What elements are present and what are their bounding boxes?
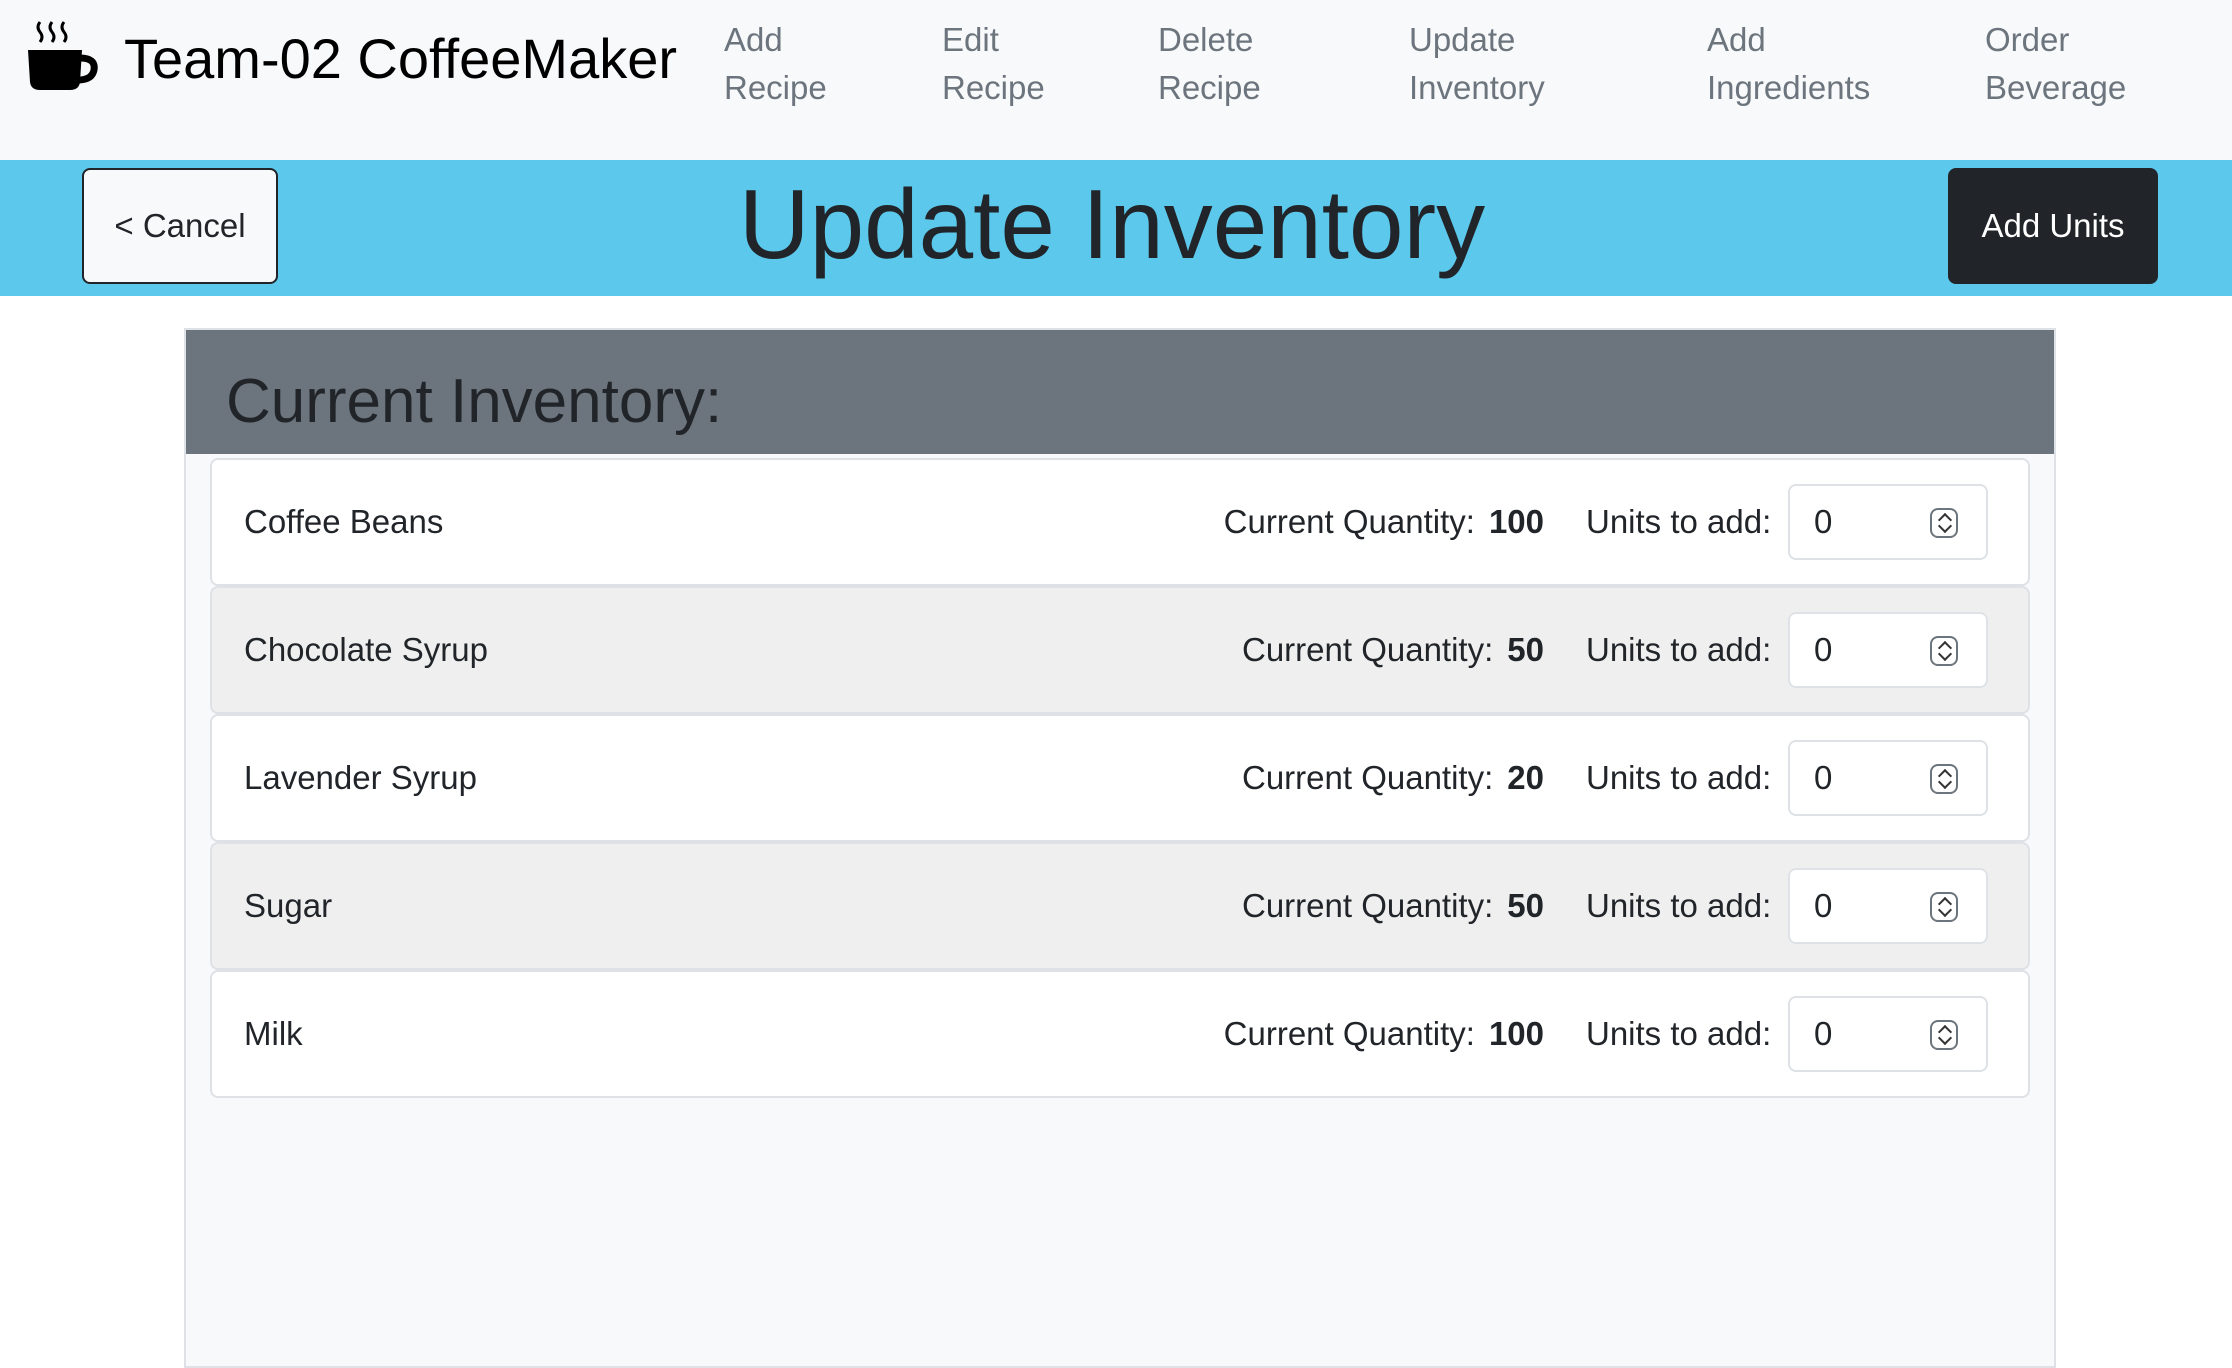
current-quantity: Current Quantity: 50 (1242, 588, 1544, 712)
spinner-icon[interactable] (1930, 764, 1958, 794)
coffee-cup-icon (28, 21, 98, 90)
quantity-value: 50 (1507, 887, 1544, 924)
ingredient-name: Lavender Syrup (244, 759, 477, 796)
quantity-value: 100 (1488, 1015, 1544, 1052)
card-title: Current Inventory: (226, 367, 723, 436)
nav-label: Beverage (1985, 69, 2127, 106)
spinner-icon[interactable] (1930, 892, 1958, 922)
quantity-value: 100 (1488, 503, 1544, 540)
nav-label: Recipe (942, 69, 1045, 106)
nav-order-beverage[interactable]: Order Beverage (1985, 16, 2126, 112)
nav-label: Recipe (1158, 69, 1261, 106)
units-label: Units to add: (1586, 759, 1772, 796)
units-value: 0 (1814, 631, 1833, 668)
current-quantity: Current Quantity: 100 (1224, 460, 1544, 584)
nav-label: Add (1707, 21, 1766, 58)
nav-label: Ingredients (1707, 69, 1871, 106)
nav-add-recipe[interactable]: Add Recipe (724, 16, 827, 112)
units-value: 0 (1814, 759, 1833, 796)
nav-label: Edit (942, 21, 999, 58)
units-label: Units to add: (1586, 887, 1772, 924)
units-to-add-input[interactable]: 0 (1788, 868, 1988, 944)
current-quantity: Current Quantity: 100 (1224, 972, 1544, 1096)
navbar: Team-02 CoffeeMaker Add Recipe Edit Reci… (0, 0, 2232, 160)
nav-label: Update (1409, 21, 1516, 58)
units-to-add-input[interactable]: 0 (1788, 612, 1988, 688)
units-label: Units to add: (1586, 631, 1772, 668)
inventory-card: Current Inventory: Coffee Beans Current … (184, 328, 2056, 1368)
spinner-icon[interactable] (1930, 508, 1958, 538)
ingredient-name: Sugar (244, 887, 333, 924)
nav-label: Add (724, 21, 783, 58)
quantity-label: Current Quantity: (1223, 503, 1475, 540)
quantity-label: Current Quantity: (1242, 759, 1494, 796)
inventory-row-sugar: Sugar Current Quantity: 50 Units to add: … (210, 842, 2030, 970)
quantity-value: 50 (1507, 631, 1544, 668)
units-label: Units to add: (1586, 1015, 1772, 1052)
nav-add-ingredients[interactable]: Add Ingredients (1707, 16, 1870, 112)
spinner-icon[interactable] (1930, 1020, 1958, 1050)
quantity-label: Current Quantity: (1242, 631, 1494, 668)
inventory-row-milk: Milk Current Quantity: 100 Units to add: … (210, 970, 2030, 1098)
nav-edit-recipe[interactable]: Edit Recipe (942, 16, 1045, 112)
current-quantity: Current Quantity: 50 (1242, 844, 1544, 968)
units-value: 0 (1814, 503, 1833, 540)
quantity-label: Current Quantity: (1242, 887, 1494, 924)
nav-update-inventory[interactable]: Update Inventory (1409, 16, 1545, 112)
ingredient-name: Chocolate Syrup (244, 631, 488, 668)
add-units-button[interactable]: Add Units (1948, 168, 2158, 284)
units-label: Units to add: (1586, 503, 1772, 540)
brand[interactable]: Team-02 CoffeeMaker (24, 18, 677, 98)
quantity-label: Current Quantity: (1223, 1015, 1475, 1052)
nav-label: Order (1985, 21, 2070, 58)
spinner-icon[interactable] (1930, 636, 1958, 666)
nav-label: Inventory (1409, 69, 1545, 106)
card-header: Current Inventory: (186, 330, 2054, 454)
nav-label: Delete (1158, 21, 1254, 58)
nav-label: Recipe (724, 69, 827, 106)
quantity-value: 20 (1507, 759, 1544, 796)
inventory-row-lavender-syrup: Lavender Syrup Current Quantity: 20 Units… (210, 714, 2030, 842)
inventory-row-coffee-beans: Coffee Beans Current Quantity: 100 Units … (210, 458, 2030, 586)
units-to-add-input[interactable]: 0 (1788, 740, 1988, 816)
nav-delete-recipe[interactable]: Delete Recipe (1158, 16, 1261, 112)
ingredient-name: Coffee Beans (244, 503, 444, 540)
units-to-add-input[interactable]: 0 (1788, 996, 1988, 1072)
units-to-add-input[interactable]: 0 (1788, 484, 1988, 560)
inventory-row-chocolate-syrup: Chocolate Syrup Current Quantity: 50 Unit… (210, 586, 2030, 714)
ingredient-name: Milk (244, 1015, 303, 1052)
page-title: Update Inventory (738, 169, 1486, 279)
brand-title: Team-02 CoffeeMaker (124, 26, 677, 90)
units-value: 0 (1814, 887, 1833, 924)
current-quantity: Current Quantity: 20 (1242, 716, 1544, 840)
units-value: 0 (1814, 1015, 1833, 1052)
